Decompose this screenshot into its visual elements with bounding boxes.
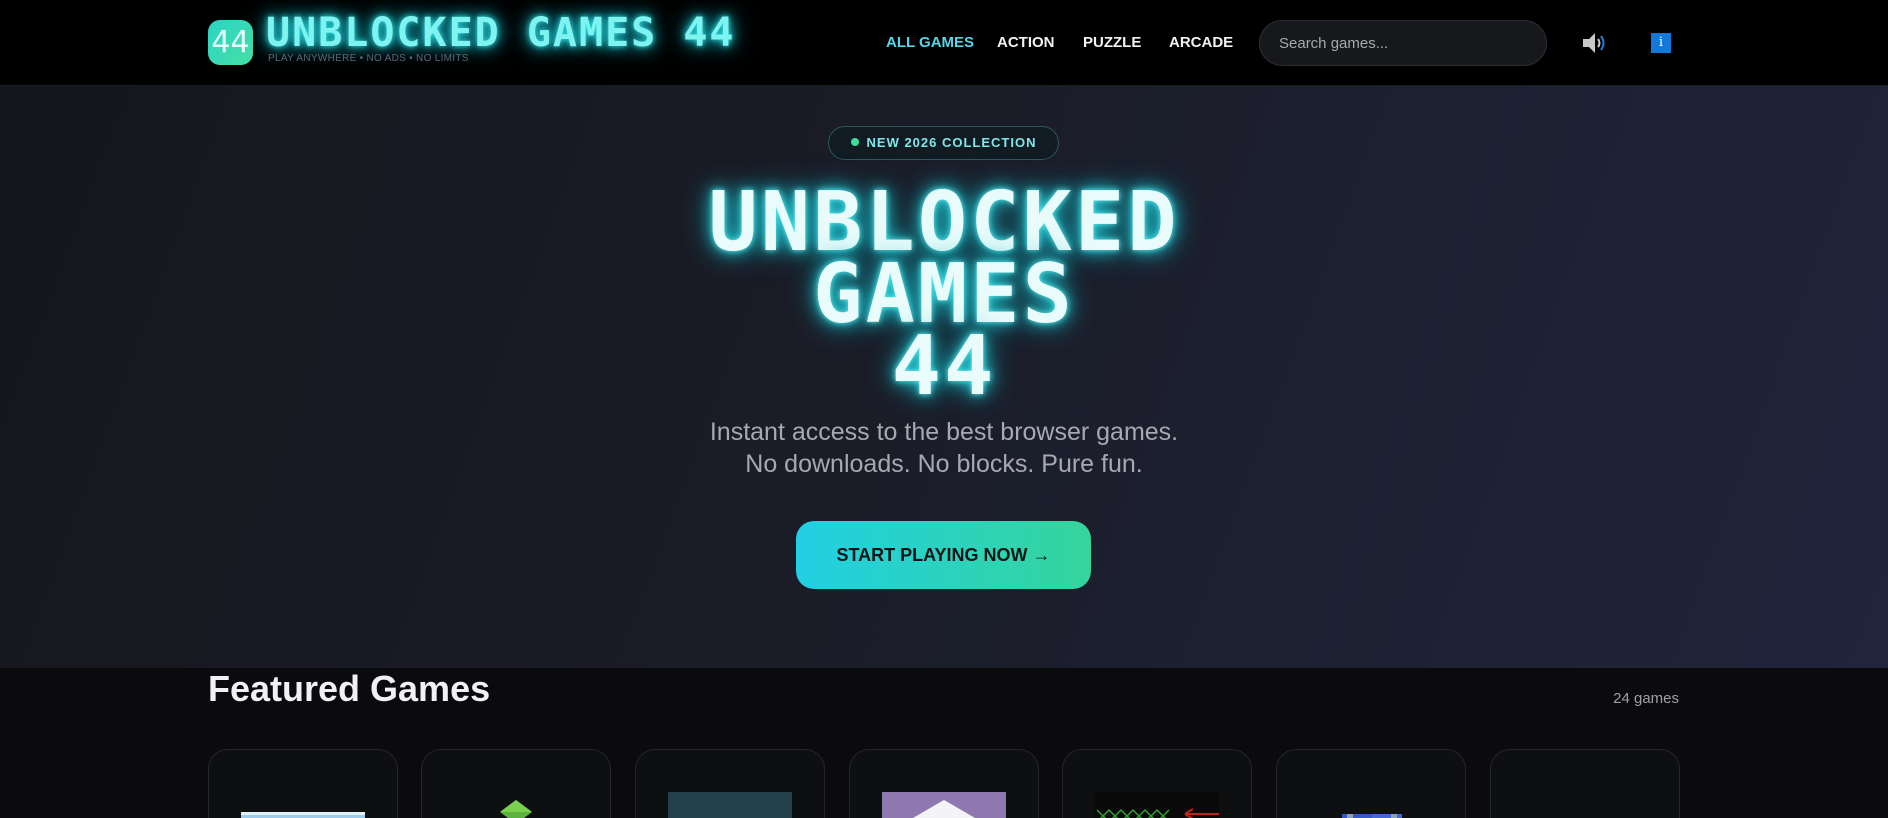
game-count: 24 games: [1613, 690, 1679, 707]
game-card[interactable]: [1490, 749, 1680, 818]
game-thumbnail-peak: [882, 792, 1006, 818]
logo-title[interactable]: UNBLOCKED GAMES 44: [266, 10, 735, 56]
nav-action[interactable]: ACTION: [997, 34, 1055, 51]
hero-tagline-2: No downloads. No blocks. Pure fun.: [745, 450, 1143, 478]
featured-title: Featured Games: [208, 668, 491, 709]
speaker-volume-icon[interactable]: [1580, 30, 1608, 56]
collection-pill: NEW 2026 COLLECTION: [828, 126, 1059, 160]
info-icon[interactable]: i: [1651, 33, 1671, 53]
game-thumbnail-dark: [668, 792, 792, 818]
game-card[interactable]: [1276, 749, 1466, 818]
pill-label: NEW 2026 COLLECTION: [866, 135, 1037, 150]
game-thumbnail-sky: [241, 812, 365, 818]
game-thumbnail-block: [500, 800, 532, 818]
start-playing-button[interactable]: START PLAYING NOW →: [796, 521, 1091, 589]
site-header: 44 UNBLOCKED GAMES 44 PLAY ANYWHERE • NO…: [0, 0, 1888, 86]
game-card[interactable]: [208, 749, 398, 818]
hero-tagline-1: Instant access to the best browser games…: [709, 418, 1179, 446]
game-thumbnail-grid: [1095, 792, 1219, 818]
hero-section: NEW 2026 COLLECTION UNBLOCKED GAMES 44 I…: [0, 86, 1888, 668]
game-card[interactable]: [635, 749, 825, 818]
logo-badge[interactable]: 44: [208, 20, 253, 65]
status-dot-icon: [850, 138, 859, 146]
nav-puzzle[interactable]: PUZZLE: [1083, 34, 1141, 51]
game-thumbnail-figures: [1342, 814, 1402, 818]
nav-all-games[interactable]: ALL GAMES: [886, 34, 974, 51]
game-card[interactable]: [849, 749, 1039, 818]
nav-arcade[interactable]: ARCADE: [1169, 34, 1233, 51]
game-card[interactable]: [1062, 749, 1252, 818]
logo-subtitle: PLAY ANYWHERE • NO ADS • NO LIMITS: [268, 53, 469, 64]
hero-title-line-3: 44: [891, 319, 997, 414]
search-input[interactable]: [1259, 20, 1547, 66]
game-card[interactable]: [421, 749, 611, 818]
